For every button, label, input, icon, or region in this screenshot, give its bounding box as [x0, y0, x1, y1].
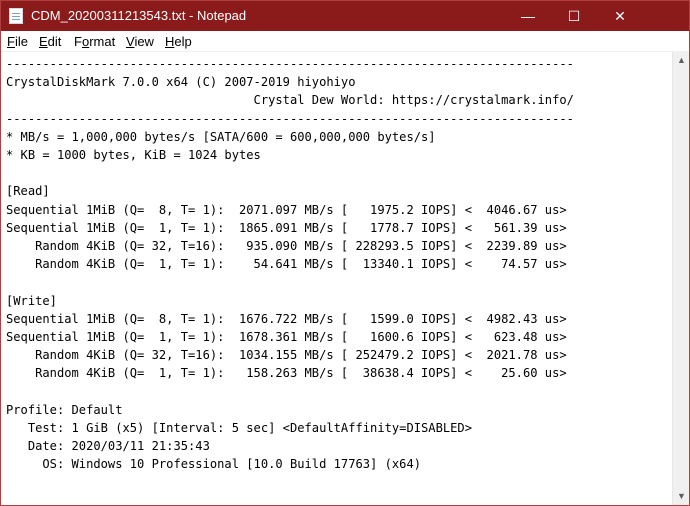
- text-line: Sequential 1MiB (Q= 8, T= 1): 1676.722 M…: [6, 311, 567, 326]
- text-line: Sequential 1MiB (Q= 1, T= 1): 1865.091 M…: [6, 220, 567, 235]
- menu-file[interactable]: File: [7, 34, 28, 49]
- text-line: [Write]: [6, 293, 57, 308]
- text-line: Random 4KiB (Q= 1, T= 1): 54.641 MB/s [ …: [6, 257, 567, 272]
- menu-edit[interactable]: Edit: [39, 34, 61, 49]
- window-title: CDM_20200311213543.txt - Notepad: [31, 8, 247, 23]
- text-line: Sequential 1MiB (Q= 1, T= 1): 1678.361 M…: [6, 330, 567, 345]
- text-line: Crystal Dew World: https://crystalmark.i…: [6, 93, 574, 108]
- text-line: CrystalDiskMark 7.0.0 x64 (C) 2007-2019 …: [6, 75, 356, 90]
- text-line: Random 4KiB (Q= 32, T=16): 1034.155 MB/s…: [6, 348, 567, 363]
- menu-bar: File Edit Format View Help: [1, 31, 689, 52]
- notepad-window: CDM_20200311213543.txt - Notepad — ☐ ✕ F…: [0, 0, 690, 506]
- text-line: [Read]: [6, 184, 50, 199]
- scroll-up-icon[interactable]: ▲: [673, 52, 689, 69]
- scroll-down-icon[interactable]: ▼: [673, 488, 689, 505]
- text-editor[interactable]: ----------------------------------------…: [1, 52, 671, 505]
- text-line: OS: Windows 10 Professional [10.0 Build …: [6, 457, 422, 472]
- text-line: Test: 1 GiB (x5) [Interval: 5 sec] <Defa…: [6, 421, 472, 436]
- menu-format[interactable]: Format: [74, 34, 115, 49]
- maximize-button[interactable]: ☐: [551, 1, 597, 31]
- text-line: Random 4KiB (Q= 32, T=16): 935.090 MB/s …: [6, 239, 567, 254]
- text-line: Random 4KiB (Q= 1, T= 1): 158.263 MB/s […: [6, 366, 567, 381]
- minimize-button[interactable]: —: [505, 1, 551, 31]
- document-text[interactable]: ----------------------------------------…: [6, 55, 574, 474]
- text-line: Date: 2020/03/11 21:35:43: [6, 439, 210, 454]
- text-line: ----------------------------------------…: [6, 111, 574, 126]
- text-line: Sequential 1MiB (Q= 8, T= 1): 2071.097 M…: [6, 202, 567, 217]
- text-line: * KB = 1000 bytes, KiB = 1024 bytes: [6, 148, 261, 163]
- menu-view[interactable]: View: [126, 34, 154, 49]
- text-line: ----------------------------------------…: [6, 57, 574, 71]
- close-button[interactable]: ✕: [597, 1, 643, 31]
- title-bar[interactable]: CDM_20200311213543.txt - Notepad — ☐ ✕: [1, 1, 689, 31]
- menu-help[interactable]: Help: [165, 34, 192, 49]
- notepad-icon: [9, 8, 23, 24]
- vertical-scrollbar[interactable]: ▲ ▼: [672, 52, 689, 505]
- text-line: * MB/s = 1,000,000 bytes/s [SATA/600 = 6…: [6, 129, 436, 144]
- text-line: Profile: Default: [6, 402, 123, 417]
